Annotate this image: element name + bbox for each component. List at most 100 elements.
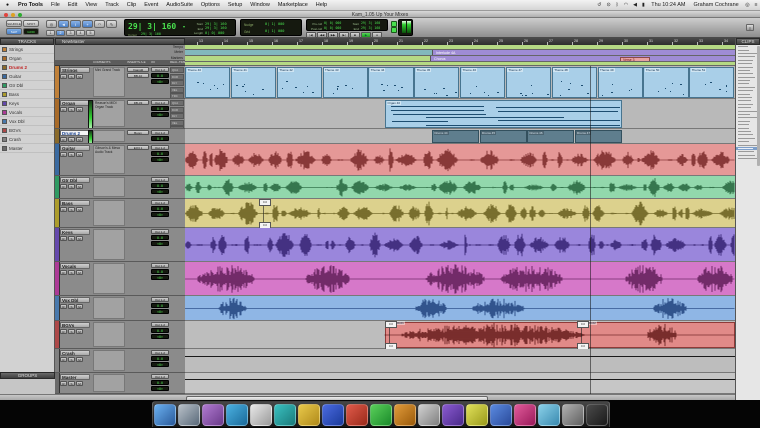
mute-button[interactable]: M <box>76 74 83 79</box>
zoom-preset-2[interactable]: 2 <box>56 30 65 36</box>
io-output-button[interactable]: Out 1-2 <box>151 145 169 150</box>
lane-bgvs[interactable]: Vocals 40-01Vocals 40-020.00.00.00.0 <box>185 321 735 349</box>
play-button[interactable]: ▶ <box>361 32 371 38</box>
mute-button[interactable]: M <box>76 304 83 309</box>
lane-vocals[interactable] <box>185 262 735 296</box>
rtp-dly[interactable]: DLY <box>170 113 184 119</box>
midi-clip[interactable]: Theme 40 <box>185 67 230 98</box>
solo-button[interactable]: S <box>68 74 75 79</box>
session-label[interactable]: NewMaster <box>55 38 185 45</box>
zoom-preset-3[interactable]: 3 <box>66 30 75 36</box>
insert-button[interactable]: EQ3 1 <box>127 145 149 150</box>
lane-crash[interactable] <box>185 349 735 373</box>
tracks-list-item[interactable]: Organ <box>0 54 54 63</box>
automation-tag[interactable]: 0.0 <box>577 321 589 328</box>
solo-button[interactable]: S <box>68 152 75 157</box>
track-name[interactable]: Master <box>60 374 90 380</box>
wifi-icon[interactable]: ◠ <box>621 2 630 8</box>
record-arm-button[interactable]: R <box>60 236 67 241</box>
volume-readout[interactable]: 0.0 <box>151 356 169 361</box>
midi-clip[interactable]: Theme 51 <box>689 67 734 98</box>
rtp-qua[interactable]: QUA <box>170 67 184 73</box>
trim-tool[interactable]: ◄ <box>58 20 69 28</box>
pan-readout[interactable]: <0> <box>151 157 169 162</box>
io-output-button[interactable]: Out 1-2 <box>151 350 169 355</box>
midi-clip[interactable]: Drums 44 <box>432 130 479 143</box>
menu-item-track[interactable]: Track <box>101 2 123 8</box>
bar-ruler[interactable]: 1314151617181920212223242526272829303132… <box>185 38 735 45</box>
menu-item-event[interactable]: Event <box>140 2 162 8</box>
lane-bass[interactable]: 0.00.0 <box>185 199 735 228</box>
length-value[interactable]: 0| 0| 000 <box>205 31 224 35</box>
rtp-qua[interactable]: QUA <box>170 100 184 106</box>
pan-readout[interactable]: <0> <box>151 241 169 246</box>
mute-button[interactable]: M <box>76 207 83 212</box>
record-arm-button[interactable]: R <box>60 184 67 189</box>
mute-button[interactable]: M <box>76 329 83 334</box>
insert-button[interactable]: BB-10 <box>127 73 149 78</box>
dock-icon[interactable] <box>346 404 368 426</box>
tracks-list-item[interactable]: Guitar <box>0 72 54 81</box>
track-name[interactable]: Gtr Dbl <box>60 177 90 183</box>
io-output-button[interactable]: Out 1-2 <box>151 229 169 234</box>
menu-item-clip[interactable]: Clip <box>123 2 140 8</box>
tracks-list-item[interactable]: Vocals <box>0 108 54 117</box>
dock-icon[interactable] <box>442 404 464 426</box>
dock-icon[interactable] <box>418 404 440 426</box>
midi-clip[interactable]: Theme 45 <box>414 67 459 98</box>
record-arm-button[interactable]: R <box>60 357 67 362</box>
end-value[interactable]: 29| 3| 160 <box>205 26 227 30</box>
fast-forward-button[interactable]: ▶▶ <box>328 32 338 38</box>
record-arm-button[interactable]: R <box>60 207 67 212</box>
track-name[interactable]: Vocals <box>60 263 90 269</box>
spotlight-icon[interactable]: ◎ <box>743 2 752 8</box>
record-arm-button[interactable]: R <box>60 381 67 386</box>
mute-button[interactable]: M <box>76 357 83 362</box>
io-output-button[interactable]: Out 1-2 <box>151 177 169 182</box>
link-edit-icon[interactable] <box>391 27 397 33</box>
pan-readout[interactable]: <0> <box>151 79 169 84</box>
mute-button[interactable]: M <box>76 381 83 386</box>
volume-readout[interactable]: 0.0 <box>151 151 169 156</box>
dock-icon[interactable] <box>178 404 200 426</box>
midi-clip[interactable]: Theme 44 <box>368 67 413 98</box>
pan-readout[interactable]: <0> <box>151 212 169 217</box>
volume-readout[interactable]: 0.0 <box>151 380 169 385</box>
midi-clip[interactable]: Theme 47 <box>506 67 551 98</box>
dock-icon[interactable] <box>370 404 392 426</box>
pan-readout[interactable]: <0> <box>151 275 169 280</box>
mute-button[interactable]: M <box>76 184 83 189</box>
dock-icon[interactable] <box>274 404 296 426</box>
tracks-list-item[interactable]: Keys <box>0 99 54 108</box>
grid-value[interactable]: 0| 1| 000 <box>265 29 284 33</box>
dock-icon[interactable] <box>154 404 176 426</box>
pan-readout[interactable]: <0> <box>151 189 169 194</box>
track-name[interactable]: Organ <box>60 100 90 106</box>
nudge-value[interactable]: 0| 1| 000 <box>265 22 284 26</box>
tracks-list-item[interactable]: Crash <box>0 135 54 144</box>
midi-clip[interactable]: Theme 50 <box>643 67 688 98</box>
lane-drums-2[interactable]: Drums 44Drums 45Drums 46Drums 47 <box>185 129 735 144</box>
lane-gtr-dbl[interactable] <box>185 176 735 199</box>
midi-clip[interactable]: Organ 40 <box>385 100 622 128</box>
zoom-preset-1[interactable]: 1 <box>46 30 55 36</box>
insert-button[interactable]: DB-33 <box>127 100 149 105</box>
dock-icon[interactable] <box>466 404 488 426</box>
menu-item-view[interactable]: View <box>81 2 101 8</box>
io-output-button[interactable]: Out 1-2 <box>151 200 169 205</box>
t-start-value[interactable]: 29| 3| 160 <box>361 21 380 25</box>
menu-item-audiosuite[interactable]: AudioSuite <box>162 2 197 8</box>
solo-button[interactable]: S <box>68 381 75 386</box>
dock-icon[interactable] <box>538 404 560 426</box>
mute-button[interactable]: M <box>76 107 83 112</box>
menu-item-pro-tools[interactable]: Pro Tools <box>14 2 47 8</box>
midi-clip[interactable]: Theme 43 <box>323 67 368 98</box>
record-arm-button[interactable]: R <box>60 74 67 79</box>
time-machine-icon[interactable]: ↺ <box>595 2 604 8</box>
pan-readout[interactable]: <0> <box>151 112 169 117</box>
lane-strings[interactable]: Theme 40Theme 41Theme 42Theme 43Theme 44… <box>185 66 735 99</box>
io-output-button[interactable]: Out 1-2 <box>151 130 169 135</box>
volume-readout[interactable]: 0.0 <box>151 136 169 141</box>
edit-mode-shuffle[interactable]: SHUFFLE <box>6 20 22 27</box>
rtp-dur[interactable]: DUR <box>170 107 184 113</box>
